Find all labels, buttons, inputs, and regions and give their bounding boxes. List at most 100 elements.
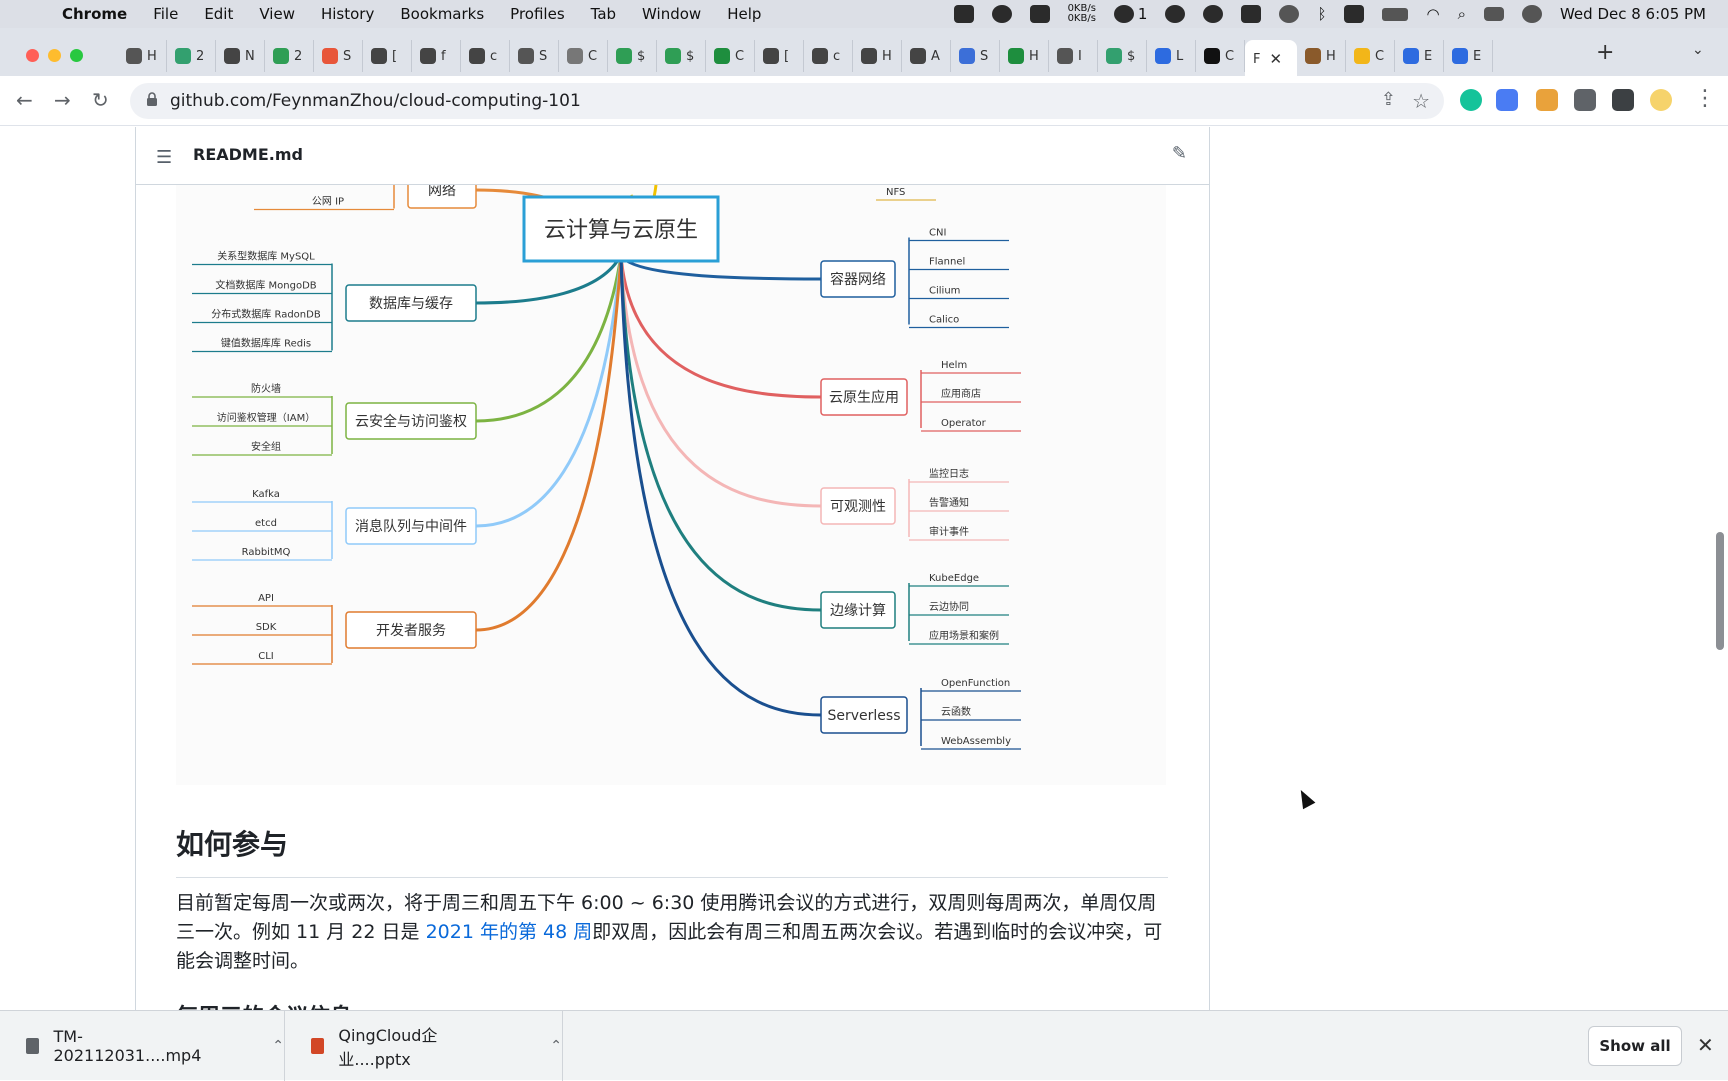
active-tab[interactable]: F ✕ <box>1245 40 1297 78</box>
tray-cat-icon[interactable] <box>1029 5 1050 23</box>
browser-tab[interactable]: C <box>559 40 608 72</box>
browser-tab[interactable]: I <box>1049 40 1098 72</box>
wappalyzer-extension-icon[interactable] <box>1536 89 1558 111</box>
mindmap-leaf: API <box>258 593 274 604</box>
download-filename: QingCloud企业....pptx <box>338 1026 438 1069</box>
mindmap-leaf: 监控日志 <box>929 467 969 480</box>
show-all-button[interactable]: Show all <box>1588 1026 1682 1066</box>
browser-tab[interactable]: A <box>902 40 951 72</box>
menu-tab[interactable]: Tab <box>591 5 616 23</box>
browser-tab[interactable]: C <box>706 40 755 72</box>
browser-tab[interactable]: f <box>412 40 461 72</box>
menu-file[interactable]: File <box>153 5 178 23</box>
tray-x-icon[interactable] <box>1165 5 1186 23</box>
siri-icon[interactable] <box>1521 5 1542 23</box>
browser-tab[interactable]: H <box>1297 40 1346 72</box>
download-item[interactable]: TM-202112031....mp4 ⌃ <box>0 1011 285 1081</box>
edit-pencil-icon[interactable]: ✎ <box>1172 143 1187 164</box>
menu-help[interactable]: Help <box>727 5 761 23</box>
tab-favicon-icon <box>1354 48 1370 64</box>
tab-favicon-icon <box>910 48 926 64</box>
tab-favicon-icon <box>959 48 975 64</box>
tray-evernote-icon[interactable] <box>1203 5 1224 23</box>
browser-tab[interactable]: c <box>461 40 510 72</box>
menubar-clock[interactable]: Wed Dec 8 6:05 PM <box>1560 5 1706 23</box>
browser-tab[interactable]: S <box>510 40 559 72</box>
menu-view[interactable]: View <box>259 5 295 23</box>
close-window-button[interactable] <box>26 49 39 62</box>
tray-app-icon[interactable] <box>953 5 974 23</box>
week-link[interactable]: 2021 年的第 48 周 <box>426 921 593 943</box>
browser-tab[interactable]: H <box>118 40 167 72</box>
grammarly-extension-icon[interactable] <box>1460 89 1482 111</box>
battery-icon[interactable] <box>1382 7 1409 21</box>
forward-button[interactable]: → <box>54 88 71 112</box>
video-file-icon <box>26 1038 40 1054</box>
tray-headphones-icon[interactable] <box>1241 5 1262 23</box>
translate-extension-icon[interactable] <box>1496 89 1518 111</box>
tab-strip: H 2 N 2 S[f c S C $ $ C[c H A S H I $ L C F ✕ H C E E + ⌄ <box>0 28 1728 78</box>
wechat-tray[interactable]: 1 <box>1113 5 1147 23</box>
browser-tab[interactable]: H <box>1000 40 1049 72</box>
menu-app-name[interactable]: Chrome <box>62 5 127 23</box>
new-tab-button[interactable]: + <box>1596 40 1614 65</box>
browser-tab[interactable]: E <box>1444 40 1493 72</box>
menu-bookmarks[interactable]: Bookmarks <box>400 5 484 23</box>
menu-window[interactable]: Window <box>642 5 701 23</box>
address-bar[interactable]: github.com/FeynmanZhou/cloud-computing-1… <box>130 83 1444 119</box>
lock-icon <box>147 92 157 106</box>
tray-cloud-icon[interactable] <box>991 5 1012 23</box>
minimize-window-button[interactable] <box>48 49 61 62</box>
mindmap-leaf: 关系型数据库 MySQL <box>217 250 315 263</box>
browser-tab[interactable]: L <box>1147 40 1196 72</box>
reading-list-icon[interactable] <box>1612 89 1634 111</box>
browser-tab[interactable]: [ <box>363 40 412 72</box>
chevron-up-icon[interactable]: ⌃ <box>272 1038 284 1054</box>
tray-s-icon[interactable] <box>1344 5 1365 23</box>
browser-tab[interactable]: $ <box>657 40 706 72</box>
browser-tab[interactable]: [ <box>755 40 804 72</box>
tab-title: H <box>882 48 892 64</box>
close-tab-icon[interactable]: ✕ <box>1269 50 1282 68</box>
menu-profiles[interactable]: Profiles <box>510 5 564 23</box>
browser-tab[interactable]: $ <box>608 40 657 72</box>
url-text[interactable]: github.com/FeynmanZhou/cloud-computing-1… <box>170 91 581 111</box>
browser-tab[interactable]: S <box>314 40 363 72</box>
spotlight-search-icon[interactable]: ⌕ <box>1458 5 1466 23</box>
control-center-icon[interactable] <box>1483 7 1504 21</box>
browser-tab[interactable]: N <box>216 40 265 72</box>
reload-button[interactable]: ↻ <box>92 88 109 112</box>
chevron-up-icon[interactable]: ⌃ <box>550 1038 562 1054</box>
tab-title: $ <box>637 48 646 64</box>
browser-tab[interactable]: 2 <box>167 40 216 72</box>
tab-favicon-icon <box>420 48 436 64</box>
tab-title: [ <box>392 48 398 64</box>
time-machine-icon[interactable] <box>1279 5 1300 23</box>
tab-search-chevron-icon[interactable]: ⌄ <box>1692 42 1704 58</box>
browser-tab[interactable]: H <box>853 40 902 72</box>
tab-title: S <box>980 48 989 64</box>
outline-list-icon[interactable]: ☰ <box>156 147 172 168</box>
browser-tab[interactable]: 2 <box>265 40 314 72</box>
browser-tab[interactable]: c <box>804 40 853 72</box>
zoom-window-button[interactable] <box>70 49 83 62</box>
menu-history[interactable]: History <box>321 5 374 23</box>
bookmark-star-icon[interactable]: ☆ <box>1412 89 1430 113</box>
wifi-icon[interactable]: ◠ <box>1426 5 1439 23</box>
browser-tab[interactable]: C <box>1196 40 1245 72</box>
extensions-puzzle-icon[interactable] <box>1574 89 1596 111</box>
chrome-menu-icon[interactable]: ⋮ <box>1694 86 1716 111</box>
browser-tab[interactable]: S <box>951 40 1000 72</box>
profile-avatar[interactable] <box>1650 89 1672 111</box>
download-item[interactable]: QingCloud企业....pptx ⌃ <box>285 1011 563 1081</box>
back-button[interactable]: ← <box>16 88 33 112</box>
close-download-bar-icon[interactable]: ✕ <box>1697 1033 1714 1057</box>
subsection-heading: 每周三的会议信息 <box>176 999 352 1010</box>
menu-edit[interactable]: Edit <box>204 5 233 23</box>
browser-tab[interactable]: C <box>1346 40 1395 72</box>
browser-tab[interactable]: E <box>1395 40 1444 72</box>
bluetooth-icon[interactable]: ᛒ <box>1317 5 1326 23</box>
share-icon[interactable]: ⇪ <box>1381 89 1396 110</box>
browser-tab[interactable]: $ <box>1098 40 1147 72</box>
page-scrollbar[interactable] <box>1716 532 1724 650</box>
